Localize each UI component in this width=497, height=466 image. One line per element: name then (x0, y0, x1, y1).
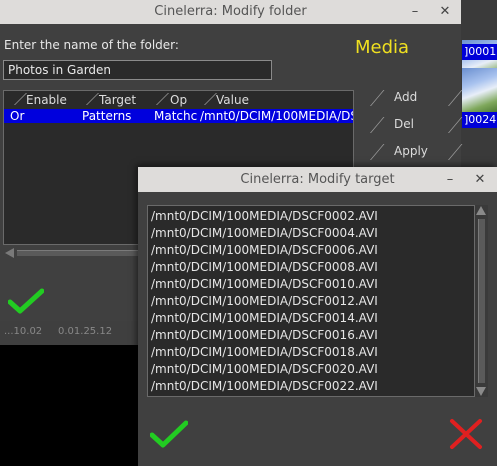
thumbnail-label: ]0024. (462, 112, 497, 128)
vertical-scrollbar[interactable] (475, 205, 488, 397)
cell-enable: Or (10, 109, 25, 123)
media-label: Media (355, 37, 410, 58)
list-header: Enable Target Op Value (4, 91, 353, 107)
list-item[interactable]: /mnt0/DCIM/100MEDIA/DSCF0016.AVI (151, 328, 378, 342)
column-target[interactable]: Target (99, 93, 136, 107)
scroll-down-icon[interactable] (476, 387, 486, 396)
scroll-left-icon[interactable] (5, 248, 14, 258)
thumbnail-label: ]0001 (462, 44, 497, 60)
column-value[interactable]: Value (216, 93, 249, 107)
list-item[interactable]: /mnt0/DCIM/100MEDIA/DSCF0020.AVI (151, 362, 378, 376)
list-item[interactable]: /mnt0/DCIM/100MEDIA/DSCF0010.AVI (151, 277, 378, 291)
minimize-button[interactable]: – (441, 171, 459, 189)
cell-target: Patterns (82, 109, 132, 123)
folder-name-prompt: Enter the name of the folder: (4, 38, 179, 52)
list-item[interactable]: /mnt0/DCIM/100MEDIA/DSCF0022.AVI (151, 379, 378, 393)
cell-value: /mnt0/DCIM/100MEDIA/DS (200, 109, 354, 123)
list-item[interactable]: /mnt0/DCIM/100MEDIA/DSCF0014.AVI (151, 311, 378, 325)
apply-button[interactable]: Apply (370, 142, 463, 162)
add-button-label: Add (394, 90, 418, 104)
add-button[interactable]: Add (370, 88, 463, 108)
window-titlebar[interactable]: Cinelerra: Modify folder – ✕ (0, 0, 461, 24)
cell-op: Matchc (154, 109, 198, 123)
modify-target-window: Cinelerra: Modify target – ✕ /mnt0/DCIM/… (138, 167, 497, 466)
window-title: Cinelerra: Modify folder (154, 4, 307, 19)
list-item[interactable]: /mnt0/DCIM/100MEDIA/DSCF0002.AVI (151, 209, 378, 223)
table-row-selected[interactable]: Or Patterns Matchc /mnt0/DCIM/100MEDIA/D… (4, 109, 353, 123)
del-button-label: Del (394, 117, 414, 131)
column-enable[interactable]: Enable (26, 93, 67, 107)
list-item[interactable]: /mnt0/DCIM/100MEDIA/DSCF0008.AVI (151, 260, 378, 274)
timeline-ruler: ...10.02 0.01.25.12 (0, 321, 138, 345)
checkmark-icon[interactable] (150, 420, 188, 448)
target-file-list[interactable]: /mnt0/DCIM/100MEDIA/DSCF0002.AVI /mnt0/D… (147, 205, 475, 397)
horizontal-scrollbar[interactable] (3, 246, 138, 260)
minimize-button[interactable]: – (406, 3, 424, 21)
del-button[interactable]: Del (370, 115, 463, 135)
close-button[interactable]: ✕ (436, 3, 454, 21)
folder-name-input[interactable] (3, 60, 272, 80)
list-item[interactable]: /mnt0/DCIM/100MEDIA/DSCF0012.AVI (151, 294, 378, 308)
apply-button-label: Apply (394, 144, 428, 158)
list-item[interactable]: /mnt0/DCIM/100MEDIA/DSCF0006.AVI (151, 243, 378, 257)
list-item[interactable]: /mnt0/DCIM/100MEDIA/DSCF0018.AVI (151, 345, 378, 359)
list-item[interactable]: /mnt0/DCIM/100MEDIA/DSCF0004.AVI (151, 226, 378, 240)
checkmark-icon[interactable] (8, 288, 44, 314)
scroll-up-icon[interactable] (476, 206, 486, 215)
timecode: 0.01.25.12 (58, 326, 113, 337)
close-button[interactable]: ✕ (471, 171, 489, 189)
red-x-icon[interactable] (449, 418, 483, 450)
timecode: ...10.02 (4, 326, 43, 337)
thumbnail-image[interactable] (462, 68, 497, 112)
column-op[interactable]: Op (170, 93, 187, 107)
window-titlebar[interactable]: Cinelerra: Modify target – ✕ (138, 167, 497, 192)
